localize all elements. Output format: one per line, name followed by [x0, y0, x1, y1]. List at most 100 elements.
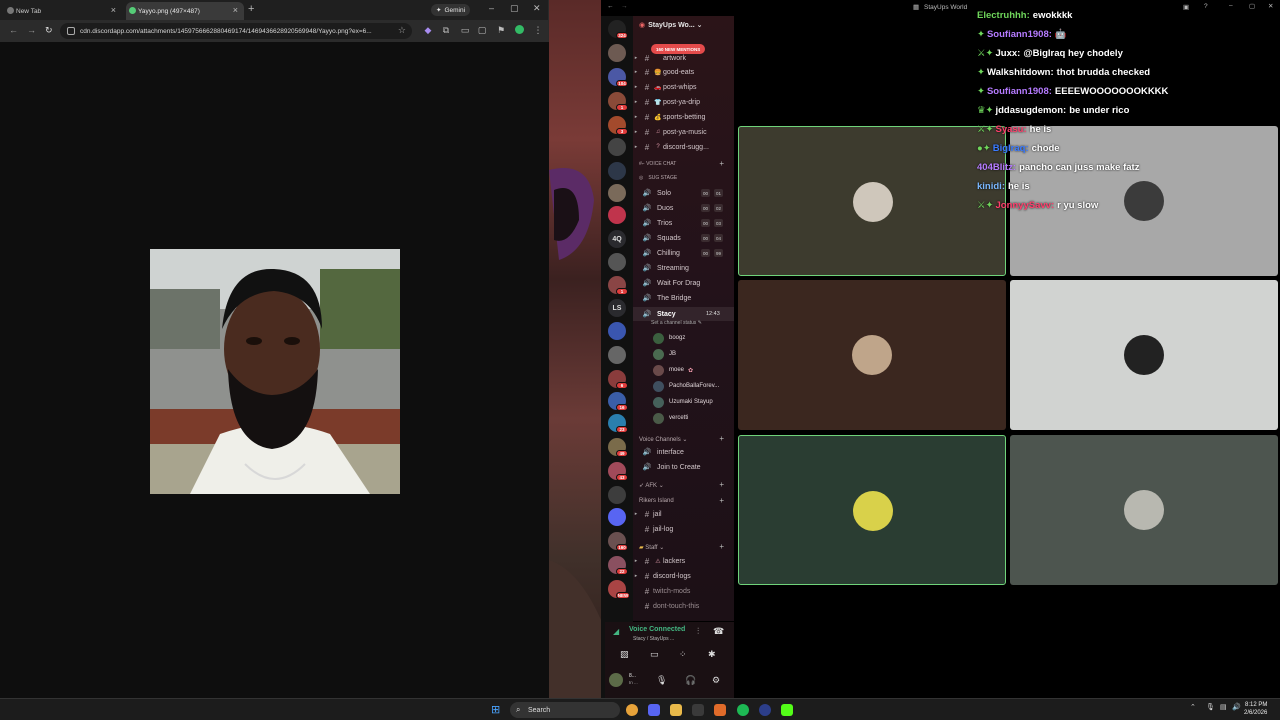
video-tile[interactable] [738, 435, 1006, 585]
soundboard-icon[interactable]: ✱ [708, 649, 716, 660]
extension-icon[interactable]: ◆ [423, 25, 433, 36]
headphones-icon[interactable]: 🎧 [685, 675, 696, 686]
chat-username[interactable]: 404Blitz [977, 162, 1013, 173]
noise-suppression-icon[interactable]: ⫶ [697, 626, 699, 637]
voice-channel-stacy[interactable]: 🔊 Stacy 12:43 [633, 307, 734, 321]
set-channel-status[interactable]: Set a channel status ✎ [651, 320, 702, 326]
voice-channel-trios[interactable]: 🔊 Trios 00 03 [633, 216, 734, 230]
channel-discord-suggestions[interactable]: ▸ #? discord-sugg... [633, 140, 734, 154]
voice-user[interactable]: Uzumaki Stayup [653, 395, 733, 409]
voice-connected-label[interactable]: Voice Connected [629, 626, 685, 633]
category-afk[interactable]: ➶ AFK ⌄ [639, 482, 664, 489]
video-tile[interactable] [738, 126, 1006, 276]
chat-username[interactable]: kinidi [977, 181, 1002, 192]
server-header[interactable]: ◉ StayUps Wo... ⌄ [639, 21, 702, 29]
close-icon[interactable]: × [111, 5, 116, 15]
kick-app-icon[interactable] [781, 704, 793, 716]
microphone-tray-icon[interactable]: 🎙 [1206, 703, 1215, 711]
voice-channel-duos[interactable]: 🔊 Duos 00 02 [633, 201, 734, 215]
channel-post-ya-drip[interactable]: ▸ # 👕 post-ya-drip [633, 95, 734, 109]
add-channel-icon[interactable]: + [719, 496, 724, 505]
avatar[interactable] [609, 673, 623, 687]
cast-icon[interactable]: ▭ [460, 25, 470, 36]
chat-username[interactable]: JonnyySavv [995, 200, 1050, 211]
camera-off-icon[interactable]: ▨ [620, 649, 629, 660]
voice-channel-streaming[interactable]: 🔊 Streaming [633, 261, 734, 275]
chat-username[interactable]: Walkshitdown [987, 67, 1051, 78]
server-icon[interactable] [608, 346, 626, 364]
close-icon[interactable]: × [233, 5, 238, 15]
server-icon[interactable] [608, 44, 626, 62]
chat-username[interactable]: Soufiann1908 [987, 86, 1049, 97]
gear-icon[interactable]: ⚙ [712, 675, 720, 686]
translate-icon[interactable]: ⚑ [496, 25, 506, 36]
tray-chevron-icon[interactable]: ⌃ [1190, 703, 1196, 711]
voice-user[interactable]: PachoBallaForev... [653, 379, 733, 393]
close-window-button[interactable]: ✕ [533, 3, 541, 14]
tab-image[interactable]: Yayyo.png (497×487) × [126, 2, 244, 20]
server-icon[interactable] [608, 253, 626, 271]
add-channel-icon[interactable]: + [719, 542, 724, 551]
voice-user[interactable]: moee ✿ [653, 363, 733, 377]
network-icon[interactable]: ▤ [1220, 703, 1227, 711]
chat-username[interactable]: Syasu [995, 124, 1023, 135]
voice-channel-interface[interactable]: 🔊 interface [633, 445, 734, 459]
tab-new-tab[interactable]: New Tab × [4, 2, 122, 20]
channel-lackers[interactable]: ▸ # ⚠ lackers [633, 554, 734, 568]
file-explorer-icon[interactable] [670, 704, 682, 716]
voice-channel-wait-for-drag[interactable]: 🔊 Wait For Drag [633, 276, 734, 290]
maximize-button[interactable]: ▢ [510, 3, 519, 14]
add-channel-icon[interactable]: + [719, 434, 724, 443]
activities-icon[interactable]: ⁘ [679, 649, 687, 660]
address-bar[interactable]: cdn.discordapp.com/attachments/145975666… [60, 23, 412, 39]
channel-discord-logs[interactable]: ▸ # discord-logs [633, 569, 734, 583]
voice-user[interactable]: JB [653, 347, 733, 361]
server-icon[interactable] [608, 486, 626, 504]
chat-username[interactable]: BigIraq [993, 143, 1026, 154]
server-icon[interactable] [608, 162, 626, 180]
category-voice-channels[interactable]: Voice Channels ⌄ [639, 436, 687, 443]
channel-post-whips[interactable]: ▸ # 🚗 post-whips [633, 80, 734, 94]
server-icon[interactable] [608, 206, 626, 224]
back-arrow-icon[interactable]: ← [607, 3, 614, 10]
server-icon-ls[interactable]: LS [608, 299, 626, 317]
category-voice-chat[interactable]: #⌐ VOICE CHAT [639, 161, 676, 167]
server-icon-4q[interactable]: 4Q [608, 230, 626, 248]
vlc-app-icon[interactable] [714, 704, 726, 716]
channel-good-eats[interactable]: ▸ # 🍔 good-eats [633, 65, 734, 79]
server-icon[interactable] [608, 508, 626, 526]
chat-username[interactable]: jddasugdemon [995, 105, 1063, 116]
category-rikers-island[interactable]: Rikers Island [639, 498, 674, 504]
stage-sug[interactable]: ◎ SUG STAGE [639, 175, 677, 181]
chat-username[interactable]: Soufiann1908 [987, 29, 1049, 40]
video-tile[interactable] [1010, 435, 1278, 585]
video-tile[interactable] [1010, 280, 1278, 430]
channel-artwork[interactable]: ▸ # artwork [633, 51, 734, 65]
chat-username[interactable]: Electruhhh [977, 10, 1027, 21]
taskbar-search[interactable]: ⌕ Search [510, 702, 620, 718]
category-staff[interactable]: ▰ Staff ⌄ [639, 544, 664, 551]
forward-arrow-icon[interactable]: → [621, 3, 628, 10]
chrome-app-icon[interactable] [626, 704, 638, 716]
add-channel-icon[interactable]: + [719, 480, 724, 489]
voice-user[interactable]: boogz [653, 331, 733, 345]
video-tile[interactable] [738, 280, 1006, 430]
channel-twitch-mods[interactable]: # twitch-mods [633, 584, 734, 598]
profile-icon[interactable] [514, 25, 524, 36]
puzzle-icon[interactable]: ⧉ [441, 25, 451, 36]
clock[interactable]: 8:12 PM 2/6/2026 [1244, 701, 1267, 717]
xbox-app-icon[interactable] [692, 704, 704, 716]
channel-sports-betting[interactable]: ▸ # 💰 sports-betting [633, 110, 734, 124]
forward-button[interactable]: → [27, 25, 36, 35]
channel-jail[interactable]: ▸ # jail [633, 507, 734, 521]
bookmark-icon[interactable]: ▢ [477, 25, 487, 36]
channel-post-ya-music[interactable]: ▸ # ♫ post-ya-music [633, 125, 734, 139]
voice-channel-squads[interactable]: 🔊 Squads 00 04 [633, 231, 734, 245]
discord-app-icon[interactable] [648, 704, 660, 716]
windows-start-icon[interactable]: ⊞ [491, 703, 500, 716]
chat-username[interactable]: Juxx [995, 48, 1017, 59]
voice-channel-solo[interactable]: 🔊 Solo 00 01 [633, 186, 734, 200]
menu-icon[interactable]: ⋮ [533, 25, 543, 36]
minimize-button[interactable]: – [489, 3, 494, 13]
volume-icon[interactable]: 🔊 [1232, 703, 1241, 711]
